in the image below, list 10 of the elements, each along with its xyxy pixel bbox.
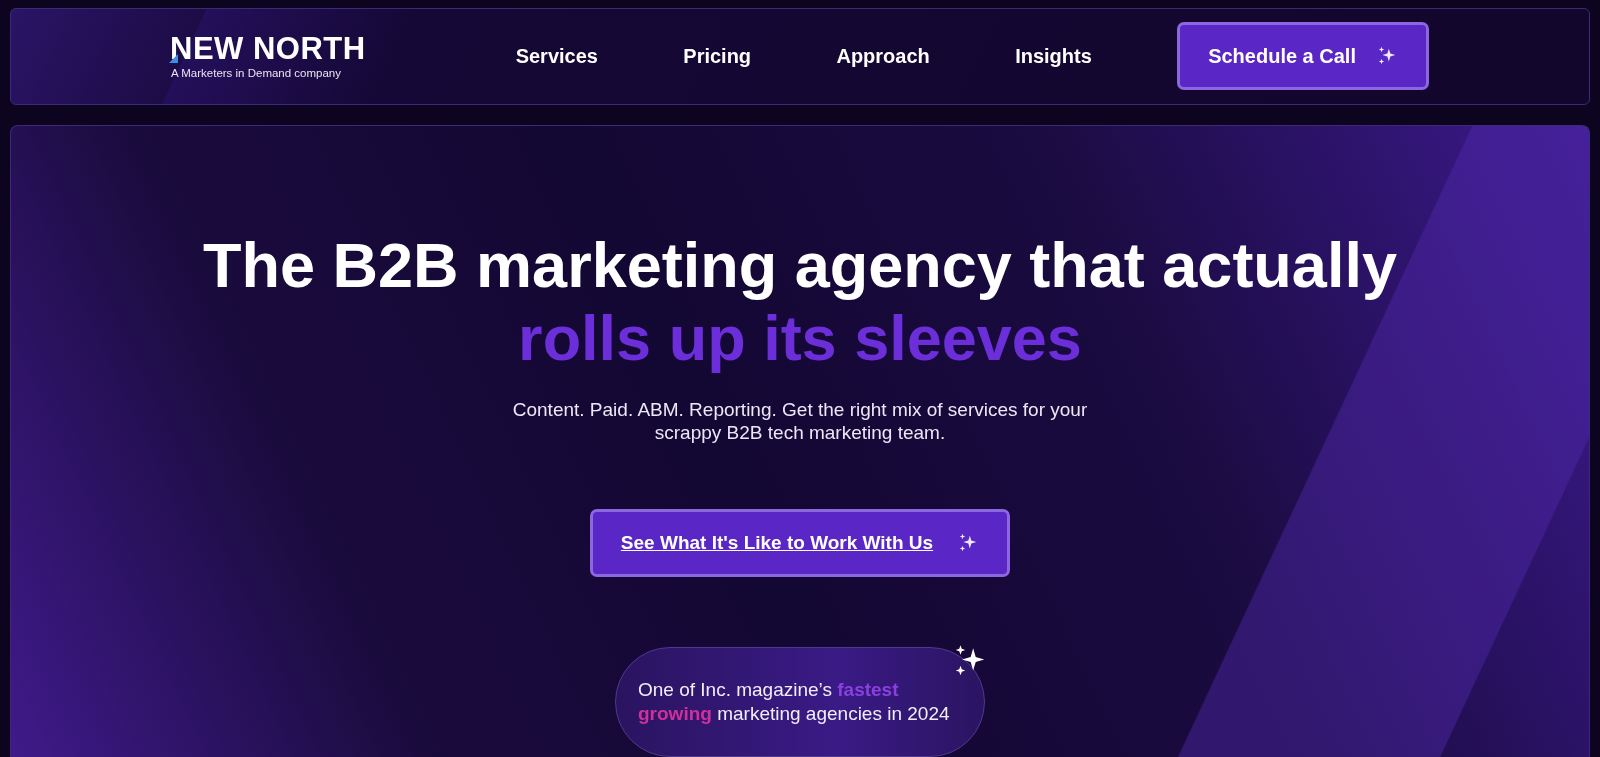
subtitle: Content. Paid. ABM. Reporting. Get the right mix of services for your scrappy B2B tech marketing team. — [511, 397, 1089, 445]
nav-link[interactable]: Approach — [836, 40, 930, 72]
logo[interactable]: NEW NORTH — [170, 33, 366, 65]
schedule-call-button[interactable]: Schedule a Call — [1177, 22, 1429, 91]
logo-tagline: A Marketers in Demand company — [171, 67, 342, 80]
award-badge: One of Inc. magazine’s fastest growing marketing agencies in 2024 — [615, 647, 985, 757]
nav-link[interactable]: Pricing — [683, 40, 752, 72]
nav-link[interactable]: Services — [515, 40, 598, 72]
work-with-us-button[interactable]: See What It's Like to Work With Us — [589, 509, 1011, 577]
nav-link[interactable]: Insights — [1015, 40, 1092, 72]
